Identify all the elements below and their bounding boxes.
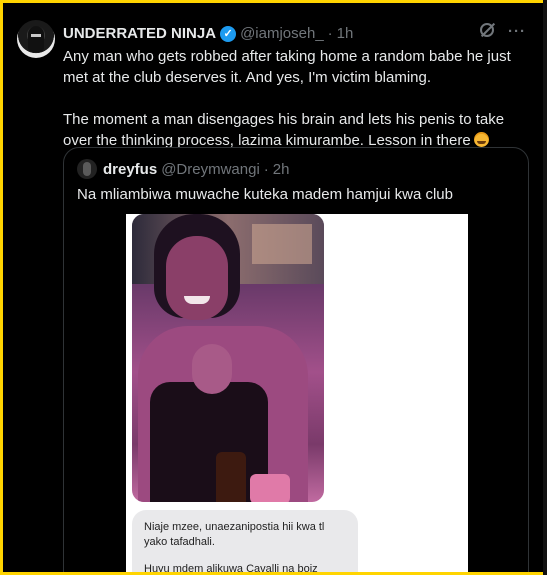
quoted-media[interactable]: Niaje mzee, unaezanipostia hii kwa tl ya… — [126, 214, 468, 575]
quoted-separator: · — [263, 160, 269, 178]
quoted-timestamp: 2h — [272, 160, 290, 178]
tweet-paragraph-1: Any man who gets robbed after taking hom… — [63, 48, 511, 86]
chat-message-line-2: Huyu mdem alikuwa Cavalli na boiz — [144, 563, 318, 575]
tweet-paragraph-2: The moment a man disengages his brain an… — [63, 111, 505, 149]
quoted-avatar — [77, 159, 97, 179]
face-with-tears-of-joy-icon — [473, 132, 489, 147]
quoted-tweet[interactable]: dreyfus @Dreymwangi · 2h Na mliambiwa mu… — [63, 147, 529, 575]
handle[interactable]: @iamjoseh_ — [240, 25, 324, 42]
quoted-display-name: dreyfus — [103, 160, 158, 178]
avatar[interactable] — [17, 20, 55, 58]
more-icon[interactable]: ··· — [508, 23, 526, 40]
tweet-card: UNDERRATED NINJA ✓ @iamjoseh_ · 1h ··· A… — [0, 0, 547, 575]
verified-badge-icon: ✓ — [220, 25, 237, 42]
chat-message-bubble: Niaje mzee, unaezanipostia hii kwa tl ya… — [132, 510, 358, 575]
window-edge — [543, 0, 547, 575]
display-name[interactable]: UNDERRATED NINJA — [63, 25, 216, 42]
quoted-handle: @Dreymwangi — [161, 160, 260, 178]
timestamp[interactable]: 1h — [337, 25, 354, 42]
separator: · — [327, 25, 333, 42]
quoted-tweet-header: dreyfus @Dreymwangi · 2h — [77, 159, 289, 179]
quoted-text: Na mliambiwa muwache kuteka madem hamjui… — [77, 186, 453, 203]
tweet-header: UNDERRATED NINJA ✓ @iamjoseh_ · 1h — [63, 25, 353, 42]
chat-message-line-1: Niaje mzee, unaezanipostia hii kwa tl ya… — [144, 521, 325, 548]
tweet-text: Any man who gets robbed after taking hom… — [63, 46, 533, 151]
chat-photo — [132, 214, 324, 502]
tweet-actions: ··· — [480, 23, 526, 40]
grok-icon[interactable] — [480, 23, 494, 37]
ninja-figure-icon — [28, 26, 44, 52]
